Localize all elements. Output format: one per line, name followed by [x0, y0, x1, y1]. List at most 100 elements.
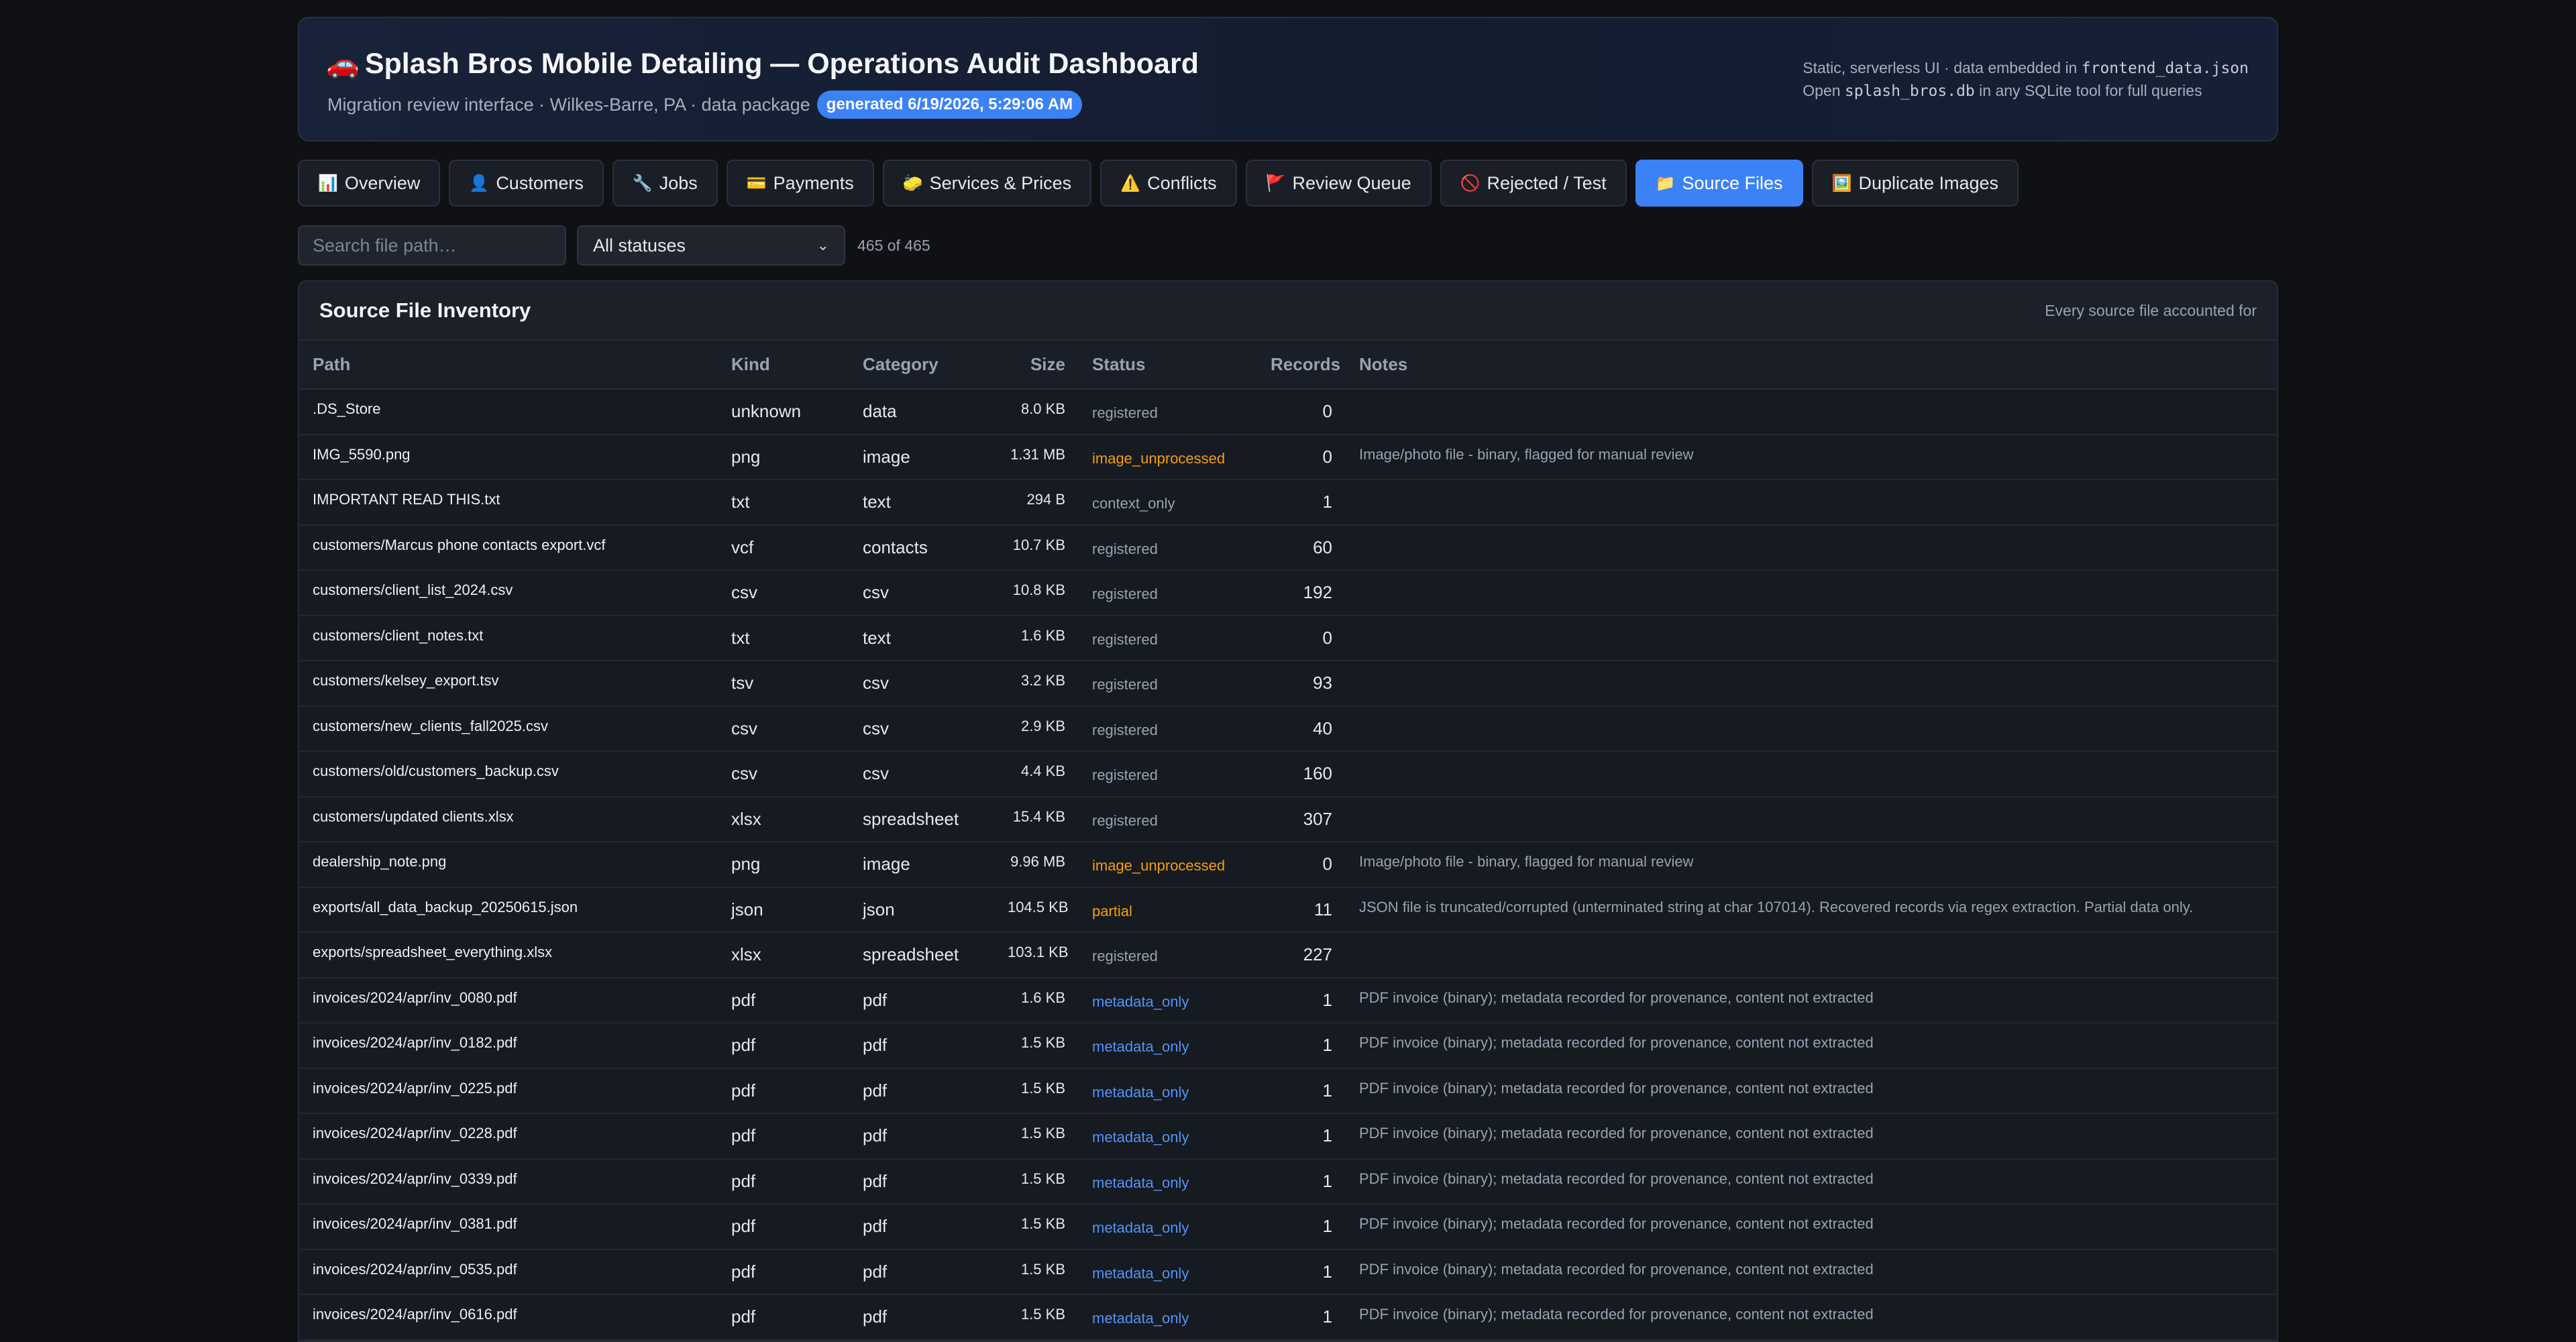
table-row[interactable]: customers/old/customers_backup.csv csv csv… — [299, 751, 2277, 797]
cell-size: 1.5 KB — [1020, 1034, 1065, 1051]
cell-notes — [1346, 616, 2277, 661]
cell-records: 192 — [1303, 582, 1332, 603]
cell-size: 1.5 KB — [1020, 1170, 1065, 1187]
tab-conflicts[interactable]: ⚠️ Conflicts — [1100, 160, 1237, 207]
cell-path: invoices/2024/apr/inv_0080.pdf — [313, 989, 517, 1006]
tab-review-queue[interactable]: 🚩 Review Queue — [1245, 160, 1432, 207]
table-row[interactable]: .DS_Store unknown data 8.0 KB registered 0 — [299, 389, 2277, 435]
cell-notes — [1346, 932, 2277, 978]
generated-badge: generated 6/19/2026, 5:29:06 AM — [816, 91, 1083, 119]
cell-size: 9.96 MB — [1010, 853, 1065, 870]
cell-records: 60 — [1313, 537, 1332, 557]
col-header-size[interactable]: Size — [994, 341, 1079, 390]
cell-status: registered — [1092, 630, 1158, 648]
cell-size: 103.1 KB — [1008, 944, 1069, 960]
tab-label: Overview — [344, 172, 421, 193]
table-row[interactable]: dealership_note.png png image 9.96 MB image_… — [299, 842, 2277, 887]
tab-rejected-test[interactable]: 🚫 Rejected / Test — [1440, 160, 1627, 207]
cell-notes — [1346, 751, 2277, 797]
cell-kind: vcf — [731, 537, 754, 557]
cell-notes: PDF invoice (binary); metadata recorded … — [1359, 1079, 1874, 1097]
cell-path: invoices/2024/apr/inv_0616.pdf — [313, 1306, 517, 1323]
col-header-records[interactable]: Records — [1257, 341, 1346, 390]
cell-status: metadata_only — [1092, 1174, 1189, 1191]
tab-icon: 🔧 — [632, 174, 653, 192]
meta-line-2: Open splash_bros.db in any SQLite tool f… — [1803, 80, 2249, 103]
col-header-kind[interactable]: Kind — [718, 341, 849, 390]
col-header-notes[interactable]: Notes — [1346, 341, 2277, 390]
col-header-status[interactable]: Status — [1079, 341, 1257, 390]
table-row[interactable]: invoices/2024/apr/inv_0535.pdf pdf pdf 1.5 … — [299, 1249, 2277, 1294]
cell-status: registered — [1092, 948, 1158, 964]
cell-status: registered — [1092, 585, 1158, 602]
meta-line-2-prefix: Open — [1803, 82, 1845, 99]
cell-size: 1.5 KB — [1020, 1125, 1065, 1141]
table-row[interactable]: invoices/2024/apr/inv_0182.pdf pdf pdf 1.5 … — [299, 1023, 2277, 1068]
table-row[interactable]: exports/spreadsheet_everything.xlsx xlsx s… — [299, 932, 2277, 978]
cell-category: image — [863, 446, 910, 467]
table-row[interactable]: invoices/2024/apr/inv_0381.pdf pdf pdf 1.5 … — [299, 1204, 2277, 1249]
cell-category: text — [863, 492, 891, 512]
cell-records: 1 — [1322, 1216, 1332, 1237]
table-row[interactable]: customers/new_clients_fall2025.csv csv csv… — [299, 706, 2277, 751]
table-row[interactable]: invoices/2024/apr/inv_0080.pdf pdf pdf 1.6 … — [299, 978, 2277, 1023]
cell-path: invoices/2024/apr/inv_0339.pdf — [313, 1170, 517, 1187]
tab-jobs[interactable]: 🔧 Jobs — [612, 160, 718, 207]
cell-path: invoices/2024/apr/inv_0182.pdf — [313, 1034, 517, 1051]
cell-notes — [1346, 525, 2277, 571]
cell-path: invoices/2024/apr/inv_0228.pdf — [313, 1125, 517, 1141]
tab-payments[interactable]: 💳 Payments — [726, 160, 874, 207]
search-input[interactable] — [298, 225, 566, 266]
table-row[interactable]: invoices/2024/apr/inv_0228.pdf pdf pdf 1.5 … — [299, 1113, 2277, 1159]
cell-kind: csv — [731, 763, 757, 784]
table-row[interactable]: customers/kelsey_export.tsv tsv csv 3.2 KB r… — [299, 661, 2277, 706]
cell-records: 0 — [1322, 854, 1332, 875]
table-row[interactable]: customers/Marcus phone contacts export.v… — [299, 525, 2277, 571]
cell-path: customers/kelsey_export.tsv — [313, 672, 499, 689]
chevron-down-icon: ⌄ — [816, 237, 829, 254]
cell-status: metadata_only — [1092, 1310, 1189, 1327]
table-row[interactable]: invoices/2024/apr/inv_0225.pdf pdf pdf 1.5 … — [299, 1068, 2277, 1113]
cell-status: registered — [1092, 540, 1158, 557]
table-row[interactable]: IMG_5590.png png image 1.31 MB image_unproce… — [299, 435, 2277, 480]
status-filter-select[interactable]: All statuses ⌄ — [577, 225, 845, 266]
cell-category: pdf — [863, 1080, 888, 1101]
col-header-category[interactable]: Category — [849, 341, 994, 390]
cell-records: 1 — [1322, 1261, 1332, 1282]
cell-records: 160 — [1303, 763, 1332, 784]
cell-category: pdf — [863, 1216, 888, 1237]
tab-services-prices[interactable]: 🧽 Services & Prices — [882, 160, 1092, 207]
tab-label: Services & Prices — [929, 172, 1072, 193]
cell-category: csv — [863, 673, 889, 693]
tab-label: Customers — [496, 172, 584, 193]
col-header-path[interactable]: Path — [299, 341, 718, 390]
cell-kind: txt — [731, 492, 750, 512]
cell-notes: PDF invoice (binary); metadata recorded … — [1359, 1034, 1874, 1051]
cell-kind: pdf — [731, 1170, 756, 1191]
table-row[interactable]: customers/updated clients.xlsx xlsx spread… — [299, 797, 2277, 842]
cell-notes: PDF invoice (binary); metadata recorded … — [1359, 1306, 1874, 1323]
cell-records: 1 — [1322, 989, 1332, 1010]
table-row[interactable]: customers/client_list_2024.csv csv csv 10.8… — [299, 570, 2277, 616]
table-row[interactable]: exports/all_data_backup_20250615.json jso… — [299, 887, 2277, 932]
table-row[interactable]: invoices/2024/apr/inv_0339.pdf pdf pdf 1.5 … — [299, 1159, 2277, 1204]
cell-notes: PDF invoice (binary); metadata recorded … — [1359, 1215, 1874, 1232]
table-row[interactable]: customers/client_notes.txt txt text 1.6 KB r… — [299, 616, 2277, 661]
cell-category: csv — [863, 582, 889, 603]
cell-size: 104.5 KB — [1008, 898, 1069, 915]
tab-duplicate-images[interactable]: 🖼️ Duplicate Images — [1811, 160, 2019, 207]
tab-label: Jobs — [659, 172, 698, 193]
cell-kind: pdf — [731, 1125, 756, 1146]
table-row[interactable]: invoices/2024/apr/inv_0616.pdf pdf pdf 1.5 … — [299, 1294, 2277, 1340]
cell-notes: PDF invoice (binary); metadata recorded … — [1359, 1125, 1874, 1141]
tab-source-files[interactable]: 📁 Source Files — [1635, 160, 1803, 207]
tab-overview[interactable]: 📊 Overview — [298, 160, 441, 207]
tab-customers[interactable]: 👤 Customers — [449, 160, 604, 207]
cell-path: .DS_Store — [313, 400, 381, 417]
cell-notes — [1346, 389, 2277, 435]
tab-bar: 📊 Overview 👤 Customers 🔧 Jobs 💳 Payments 🧽 Servic… — [298, 160, 2278, 207]
cell-size: 1.5 KB — [1020, 1079, 1065, 1097]
table-row[interactable]: IMPORTANT READ THIS.txt txt text 294 B conte… — [299, 480, 2277, 525]
cell-records: 1 — [1322, 492, 1332, 512]
cell-path: dealership_note.png — [313, 853, 447, 870]
